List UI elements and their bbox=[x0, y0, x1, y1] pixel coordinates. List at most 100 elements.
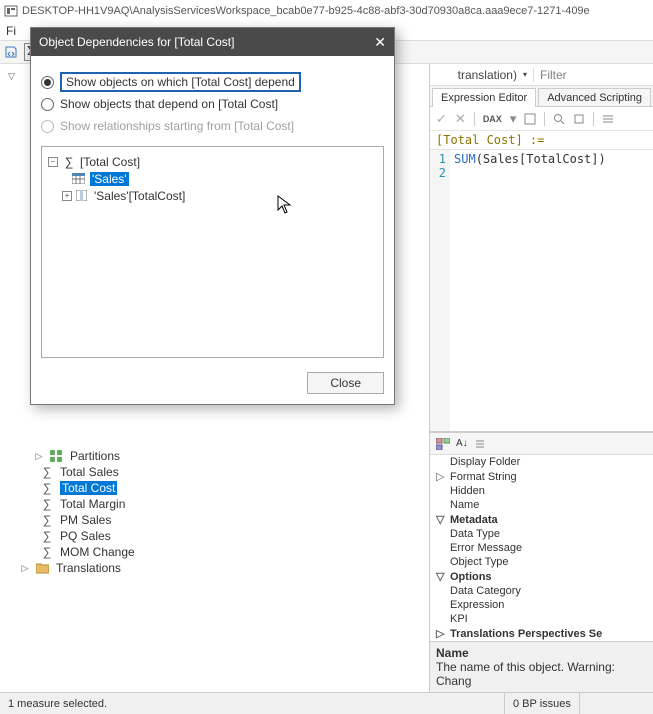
filter-input[interactable]: Filter bbox=[533, 68, 653, 82]
prop-expression[interactable]: Expression bbox=[430, 598, 653, 612]
property-description-text: The name of this object. Warning: Chang bbox=[436, 660, 647, 688]
property-description: Name The name of this object. Warning: C… bbox=[430, 641, 653, 692]
dialog-titlebar[interactable]: Object Dependencies for [Total Cost] ✕ bbox=[31, 28, 394, 56]
dep-tree-root[interactable]: − ∑ [Total Cost] bbox=[48, 153, 377, 170]
expand-right-icon[interactable]: ▷ bbox=[436, 627, 446, 640]
prop-format-string[interactable]: ▷Format String bbox=[430, 469, 653, 484]
collapse-icon[interactable]: ▽ bbox=[436, 513, 446, 526]
code-editor[interactable]: 12 SUM(Sales[TotalCost]) bbox=[430, 150, 653, 432]
tree-item-total-cost[interactable]: ∑ Total Cost bbox=[40, 480, 135, 496]
prop-label: Data Category bbox=[450, 585, 521, 597]
tree-item-label: Total Cost bbox=[60, 481, 117, 495]
dep-tree-sales-totalcost[interactable]: + 'Sales'[TotalCost] bbox=[62, 187, 377, 204]
code-args: (Sales[TotalCost]) bbox=[476, 152, 606, 166]
measure-icon: ∑ bbox=[40, 545, 54, 559]
window-titlebar: DESKTOP-HH1V9AQ\AnalysisServicesWorkspac… bbox=[0, 0, 653, 22]
cancel-icon[interactable]: ✕ bbox=[455, 111, 466, 127]
accept-icon[interactable]: ✓ bbox=[436, 111, 447, 127]
menu-file[interactable]: Fi bbox=[6, 24, 16, 38]
tree-item-label: PM Sales bbox=[60, 513, 111, 527]
tool-icon-3[interactable] bbox=[602, 113, 614, 125]
prop-object-type[interactable]: Object Type bbox=[430, 555, 653, 569]
tree-item-total-margin[interactable]: ∑ Total Margin bbox=[40, 496, 135, 512]
prop-category-metadata[interactable]: ▽ Metadata bbox=[430, 512, 653, 527]
caret-down-icon: ▾ bbox=[523, 70, 527, 79]
tree-item-translations[interactable]: ▷ Translations bbox=[20, 560, 135, 576]
expand-box-icon[interactable]: + bbox=[62, 191, 72, 201]
toolbar-icon-1[interactable] bbox=[4, 45, 18, 59]
tab-expression-editor[interactable]: Expression Editor bbox=[432, 88, 536, 107]
tree-item-mom-change[interactable]: ∑ MOM Change bbox=[40, 544, 135, 560]
prop-data-category[interactable]: Data Category bbox=[430, 584, 653, 598]
dep-tree-sales[interactable]: 'Sales' bbox=[72, 170, 377, 187]
right-panel: translation) ▾ Filter Expression Editor … bbox=[430, 64, 653, 692]
prop-label: Hidden bbox=[450, 485, 485, 497]
prop-label: Name bbox=[450, 499, 479, 511]
expand-right-icon[interactable]: ▷ bbox=[436, 470, 446, 483]
radio-label: Show relationships starting from [Total … bbox=[60, 119, 294, 133]
tab-advanced-scripting[interactable]: Advanced Scripting bbox=[538, 88, 651, 107]
expand-icon[interactable]: ▷ bbox=[34, 451, 44, 462]
tree-item-pq-sales[interactable]: ∑ PQ Sales bbox=[40, 528, 135, 544]
prop-kpi[interactable]: KPI bbox=[430, 612, 653, 626]
prop-data-type[interactable]: Data Type bbox=[430, 527, 653, 541]
measure-icon: ∑ bbox=[40, 497, 54, 511]
radio-label: Show objects that depend on [Total Cost] bbox=[60, 97, 278, 111]
dependency-tree[interactable]: − ∑ [Total Cost] 'Sales' + 'Sales'[Total… bbox=[41, 146, 384, 358]
object-dependencies-dialog: Object Dependencies for [Total Cost] ✕ S… bbox=[30, 27, 395, 405]
categorize-icon[interactable] bbox=[436, 438, 450, 450]
collapse-icon[interactable]: ▽ bbox=[436, 570, 446, 583]
separator bbox=[593, 112, 594, 126]
tree-item-partitions[interactable]: ▷ Partitions bbox=[34, 448, 135, 464]
measure-icon: ∑ bbox=[40, 465, 54, 479]
prop-hidden[interactable]: Hidden bbox=[430, 484, 653, 498]
measure-icon: ∑ bbox=[40, 529, 54, 543]
tool-icon-2[interactable] bbox=[573, 113, 585, 125]
dax-mode-label[interactable]: DAX bbox=[483, 114, 502, 124]
props-toolbar-icon[interactable] bbox=[474, 438, 486, 450]
radio-depends-on[interactable]: Show objects on which [Total Cost] depen… bbox=[41, 72, 384, 92]
dialog-body: Show objects on which [Total Cost] depen… bbox=[31, 56, 394, 366]
prop-label: Translations Perspectives Se bbox=[450, 628, 602, 640]
radio-depended-by[interactable]: Show objects that depend on [Total Cost] bbox=[41, 94, 384, 114]
collapse-box-icon[interactable]: − bbox=[48, 157, 58, 167]
prop-label: Display Folder bbox=[450, 456, 520, 468]
tool-icon-1[interactable] bbox=[524, 113, 536, 125]
dep-node-label: 'Sales' bbox=[90, 172, 129, 186]
prop-category-options[interactable]: ▽Options bbox=[430, 569, 653, 584]
expression-header: [Total Cost] := bbox=[430, 131, 653, 150]
properties-panel: A↓ Display Folder ▷Format String Hidden … bbox=[430, 432, 653, 692]
search-icon[interactable] bbox=[553, 113, 565, 125]
prop-category-translations[interactable]: ▷ Translations Perspectives Se bbox=[430, 626, 653, 641]
radio-label: Show objects on which [Total Cost] depen… bbox=[60, 72, 301, 92]
prop-label: Metadata bbox=[450, 514, 498, 526]
prop-name[interactable]: Name bbox=[430, 498, 653, 512]
prop-label: Expression bbox=[450, 599, 504, 611]
radio-icon[interactable] bbox=[41, 98, 54, 111]
properties-toolbar: A↓ bbox=[430, 433, 653, 455]
sort-az-icon[interactable]: A↓ bbox=[456, 438, 468, 449]
prop-display-folder[interactable]: Display Folder bbox=[430, 455, 653, 469]
translation-dropdown-label: translation) bbox=[458, 68, 517, 82]
measure-icon: ∑ bbox=[40, 481, 54, 495]
folder-icon bbox=[36, 563, 50, 574]
tree-item-total-sales[interactable]: ∑ Total Sales bbox=[40, 464, 135, 480]
statusbar: 1 measure selected. 0 BP issues bbox=[0, 692, 653, 714]
tree-item-label: MOM Change bbox=[60, 545, 135, 559]
dropdown-icon[interactable]: ▾ bbox=[510, 111, 517, 127]
prop-label: KPI bbox=[450, 613, 468, 625]
translation-dropdown[interactable]: translation) ▾ bbox=[430, 68, 533, 82]
dep-node-label: 'Sales'[TotalCost] bbox=[94, 189, 185, 203]
radio-icon bbox=[41, 120, 54, 133]
prop-label: Object Type bbox=[450, 556, 509, 568]
filter-row: translation) ▾ Filter bbox=[430, 64, 653, 86]
close-button[interactable]: Close bbox=[307, 372, 384, 394]
close-icon[interactable]: ✕ bbox=[374, 34, 386, 51]
tree-item-pm-sales[interactable]: ∑ PM Sales bbox=[40, 512, 135, 528]
expand-icon[interactable]: ▷ bbox=[20, 563, 30, 574]
tree-item-label: PQ Sales bbox=[60, 529, 111, 543]
radio-icon[interactable] bbox=[41, 76, 54, 89]
code-content[interactable]: SUM(Sales[TotalCost]) bbox=[450, 150, 610, 431]
prop-error-message[interactable]: Error Message bbox=[430, 541, 653, 555]
dialog-footer: Close bbox=[31, 366, 394, 404]
